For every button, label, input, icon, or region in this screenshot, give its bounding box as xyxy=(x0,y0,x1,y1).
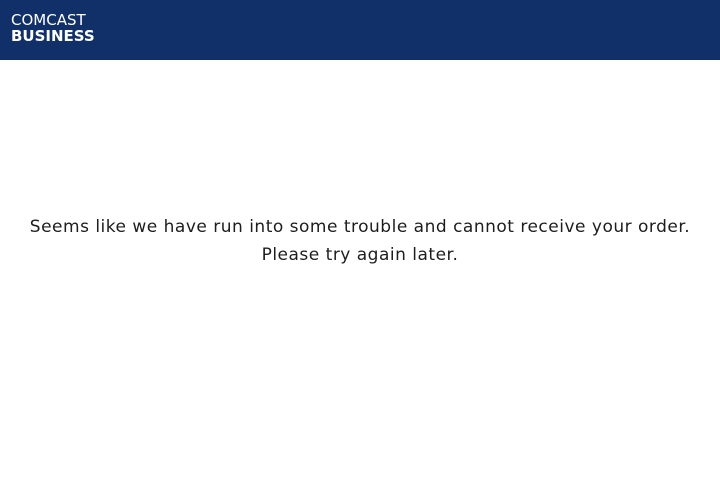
error-message: Seems like we have run into some trouble… xyxy=(0,213,720,269)
error-message-line-2: Please try again later. xyxy=(261,245,459,265)
comcast-business-logo[interactable]: COMCAST BUSINESS xyxy=(11,12,95,44)
logo-text-business: BUSINESS xyxy=(11,27,95,45)
page-header: COMCAST BUSINESS xyxy=(0,0,720,60)
error-message-line-1: Seems like we have run into some trouble… xyxy=(29,217,691,237)
logo-text-comcast: COMCAST xyxy=(11,11,86,29)
